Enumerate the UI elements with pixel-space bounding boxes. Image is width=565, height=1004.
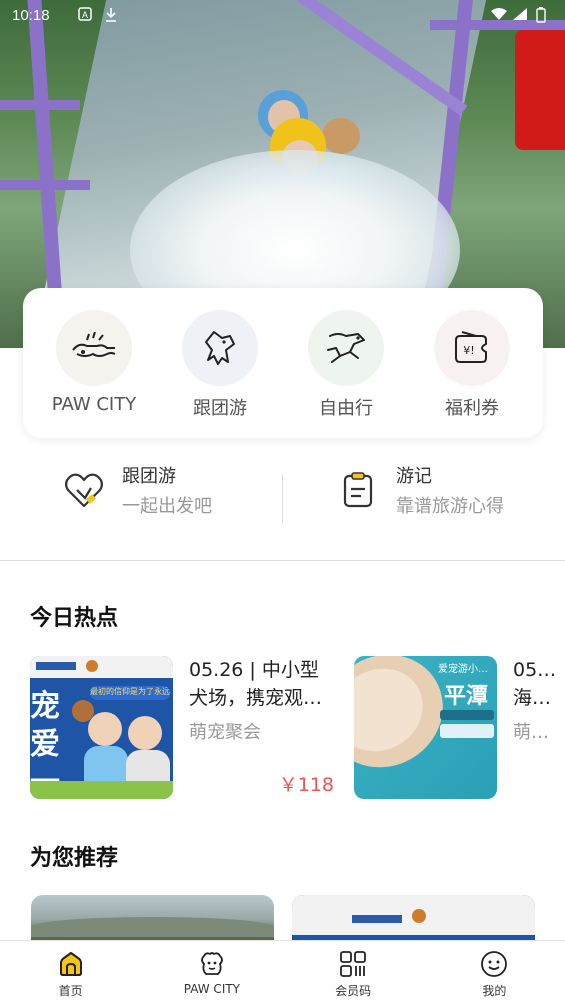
quick-links: 跟团游 一起出发吧 游记 靠谱旅游心得	[0, 462, 565, 538]
category-group-tour[interactable]: 跟团游	[160, 310, 280, 438]
nav-mine[interactable]: 我的	[424, 941, 565, 1004]
hot-item-price: ￥118	[278, 774, 334, 796]
quick-link-subtitle: 靠谱旅游心得	[396, 496, 504, 517]
category-coupon[interactable]: ¥! 福利券	[412, 310, 532, 438]
hot-item-card[interactable]: 爱宠游小… 平潭 05… 海… 萌…	[354, 656, 565, 799]
category-free-travel[interactable]: 自由行	[286, 310, 406, 438]
category-paw-city[interactable]: PAW CITY	[34, 310, 154, 438]
thumb-subtext: 爱宠游小…	[438, 664, 488, 674]
slide-rail	[0, 180, 90, 190]
handshake-paw-icon	[56, 310, 132, 386]
hot-item-thumbnail: 爱宠游小… 平潭	[354, 656, 497, 799]
status-time: 10:18	[12, 7, 50, 24]
thumb-text: 宠爱一申	[30, 689, 60, 799]
nav-label: 我的	[482, 984, 507, 998]
member-code-icon	[339, 950, 367, 978]
category-label: 福利券	[445, 398, 499, 419]
thumb-subtext: 最初的信仰是为了永远的	[90, 686, 170, 700]
hot-item-tag: 萌宠聚会	[189, 722, 261, 743]
hot-item-title: 05… 海…	[513, 659, 557, 709]
nav-label: 会员码	[335, 984, 372, 998]
coupon-icon: ¥!	[434, 310, 510, 386]
dog	[322, 118, 360, 154]
battery-icon	[536, 7, 546, 27]
hot-section-title: 今日热点	[30, 606, 119, 631]
nav-home[interactable]: 首页	[0, 941, 141, 1004]
category-label: PAW CITY	[51, 394, 137, 415]
status-bar: 10:18 A	[0, 0, 565, 30]
wifi-icon	[490, 7, 508, 25]
thumb-text: 平潭	[444, 684, 489, 709]
bottom-nav: 首页 PAW CITY 会员码 我的	[0, 940, 565, 1004]
svg-text:A: A	[82, 10, 88, 20]
red-sign	[515, 30, 565, 150]
category-label: 自由行	[319, 398, 373, 419]
nav-member-code[interactable]: 会员码	[283, 941, 424, 1004]
running-dog-icon	[308, 310, 384, 386]
quick-link-subtitle: 一起出发吧	[122, 496, 212, 517]
smiley-icon	[480, 950, 508, 978]
hot-item-tag: 萌…	[513, 722, 549, 743]
quick-link-group-tour[interactable]: 跟团游 一起出发吧	[62, 462, 212, 518]
hot-item-card[interactable]: 最初的信仰是为了永远的 宠爱一申 05.26 | 中小型犬场，携宠观… 萌宠聚会…	[30, 656, 334, 799]
quick-link-title: 游记	[396, 466, 432, 487]
divider	[0, 560, 565, 561]
nav-paw-city[interactable]: PAW CITY	[141, 941, 282, 1004]
home-icon	[57, 950, 85, 978]
heart-tag-icon	[62, 468, 106, 512]
divider	[282, 474, 283, 524]
download-icon	[104, 7, 118, 27]
hot-item-title: 05.26 | 中小型犬场，携宠观…	[189, 659, 323, 709]
nav-label: PAW CITY	[183, 982, 241, 996]
hot-item-thumbnail: 最初的信仰是为了永远的 宠爱一申	[30, 656, 173, 799]
notepad-icon	[336, 468, 380, 512]
category-label: 跟团游	[193, 398, 247, 419]
slide-rail	[0, 100, 80, 110]
notification-icon: A	[78, 7, 92, 25]
quick-link-travel-notes[interactable]: 游记 靠谱旅游心得	[336, 462, 504, 518]
recommend-section-title: 为您推荐	[30, 846, 119, 871]
pet-face-icon	[198, 950, 226, 978]
category-card: PAW CITY 跟团游 自由行 ¥! 福利券	[23, 288, 543, 438]
quick-link-title: 跟团游	[122, 466, 176, 487]
svg-text:¥!: ¥!	[463, 344, 474, 357]
nav-label: 首页	[58, 984, 83, 998]
dog-group-icon	[182, 310, 258, 386]
signal-icon	[512, 7, 528, 25]
